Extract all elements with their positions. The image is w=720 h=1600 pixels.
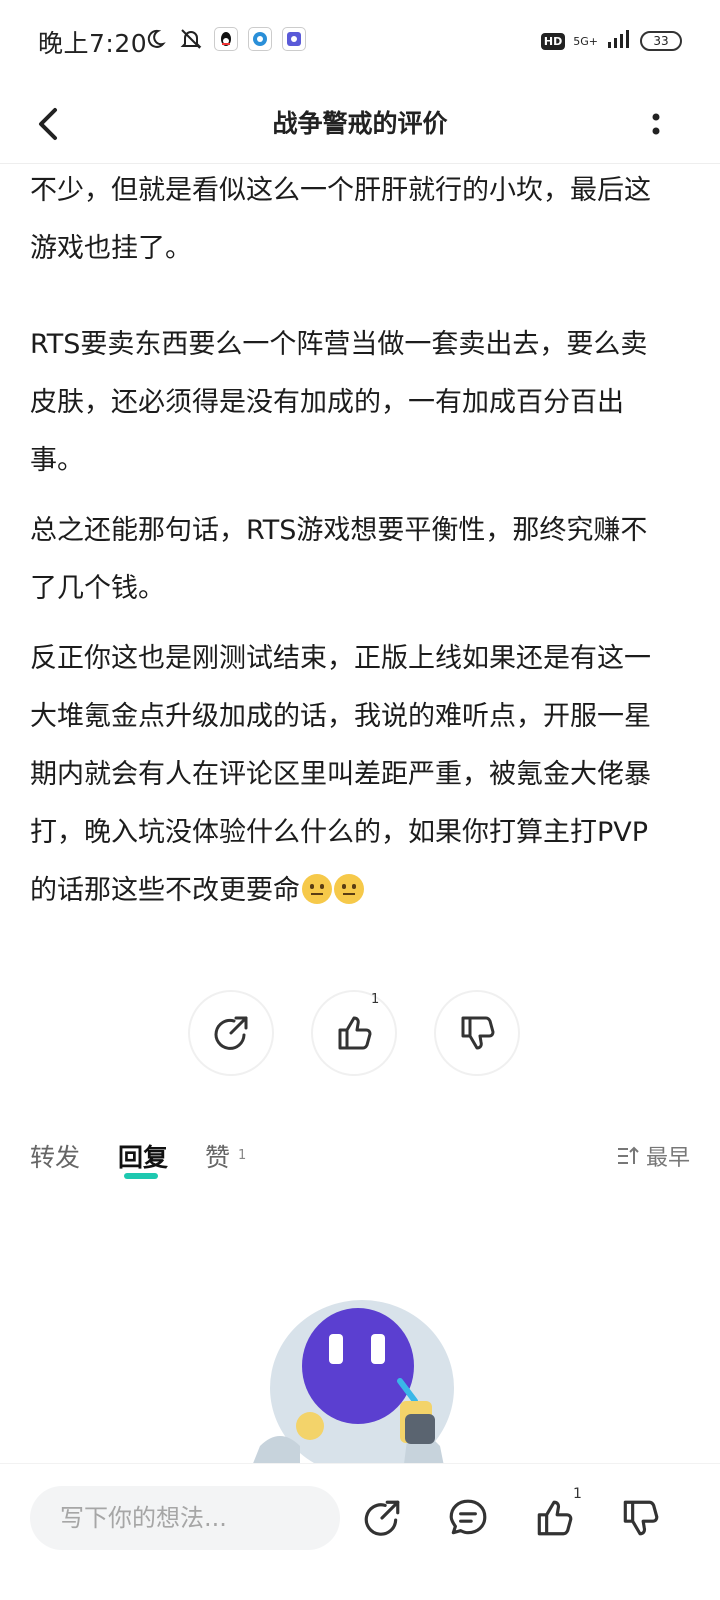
review-paragraph: 反正你这也是刚测试结束，正版上线如果还是有这一大堆氪金点升级加成的话，我说的难听… bbox=[30, 643, 651, 906]
bottom-like-button[interactable] bbox=[530, 1494, 578, 1542]
neutral-face-emoji bbox=[302, 874, 332, 904]
reply-tabs: 转发 回复 赞 1 最早 bbox=[30, 1130, 690, 1190]
review-actions: 1 bbox=[188, 990, 520, 1076]
moon-icon bbox=[142, 26, 168, 52]
bottom-dislike-button[interactable] bbox=[616, 1494, 664, 1542]
sort-icon bbox=[617, 1146, 639, 1164]
sort-button[interactable]: 最早 bbox=[616, 1140, 690, 1172]
hd-badge: HD bbox=[540, 32, 566, 50]
dislike-button[interactable] bbox=[434, 990, 520, 1076]
empty-state-mascot bbox=[240, 1296, 490, 1464]
bottom-action-bar: 1 bbox=[0, 1463, 720, 1600]
review-paragraph: 总之还能那句话，RTS游戏想要平衡性，那终究赚不了几个钱。 bbox=[30, 515, 648, 604]
tab-reply[interactable]: 回复 bbox=[118, 1138, 168, 1174]
neutral-face-emoji bbox=[334, 874, 364, 904]
thumbs-down-icon bbox=[461, 1016, 495, 1050]
tab-likes-count: 1 bbox=[238, 1148, 247, 1163]
comment-icon bbox=[449, 1499, 487, 1535]
bottom-share-button[interactable] bbox=[358, 1494, 406, 1542]
battery-indicator: 33 bbox=[640, 31, 682, 51]
thumbs-up-icon bbox=[338, 1016, 372, 1050]
thumbs-down-icon bbox=[623, 1500, 659, 1536]
review-content: 东东风暴入侍需要金币解锁，而且这金币获得途径也不少，但就是看似这么一个肝肝就行的… bbox=[30, 130, 670, 932]
bell-off-icon bbox=[178, 26, 204, 52]
status-system-icons: HD 5G+ 33 bbox=[540, 28, 682, 54]
review-paragraph: RTS要卖东西要么一个阵营当做一套卖出去，要么卖皮肤，还必须得是没有加成的，一有… bbox=[30, 329, 648, 476]
like-button[interactable] bbox=[311, 990, 397, 1076]
qq-icon bbox=[214, 27, 238, 51]
tab-forward[interactable]: 转发 bbox=[30, 1138, 80, 1174]
more-button[interactable] bbox=[636, 98, 676, 150]
signal-icon bbox=[606, 28, 632, 54]
like-count: 1 bbox=[371, 992, 380, 1007]
sort-label: 最早 bbox=[645, 1146, 690, 1171]
bottom-like-count: 1 bbox=[573, 1486, 582, 1502]
status-time: 晚上7:20 bbox=[38, 29, 148, 58]
browser-icon bbox=[248, 27, 272, 51]
comment-input[interactable] bbox=[30, 1486, 340, 1550]
status-notification-icons bbox=[142, 26, 306, 52]
tab-likes[interactable]: 赞 bbox=[205, 1138, 230, 1174]
top-nav-bar: 战争警戒的评价 bbox=[0, 84, 720, 164]
more-vertical-icon bbox=[652, 113, 660, 135]
active-tab-indicator bbox=[124, 1173, 158, 1179]
network-type: 5G+ bbox=[573, 34, 598, 48]
status-bar: 晚上7:20 HD 5G+ 33 bbox=[0, 0, 720, 84]
bottom-comment-button[interactable] bbox=[444, 1494, 492, 1542]
page-title: 战争警戒的评价 bbox=[272, 109, 448, 138]
thumbs-up-icon bbox=[537, 1500, 573, 1536]
share-icon bbox=[214, 1016, 248, 1050]
share-button[interactable] bbox=[188, 990, 274, 1076]
app-icon bbox=[282, 27, 306, 51]
share-icon bbox=[364, 1500, 400, 1536]
